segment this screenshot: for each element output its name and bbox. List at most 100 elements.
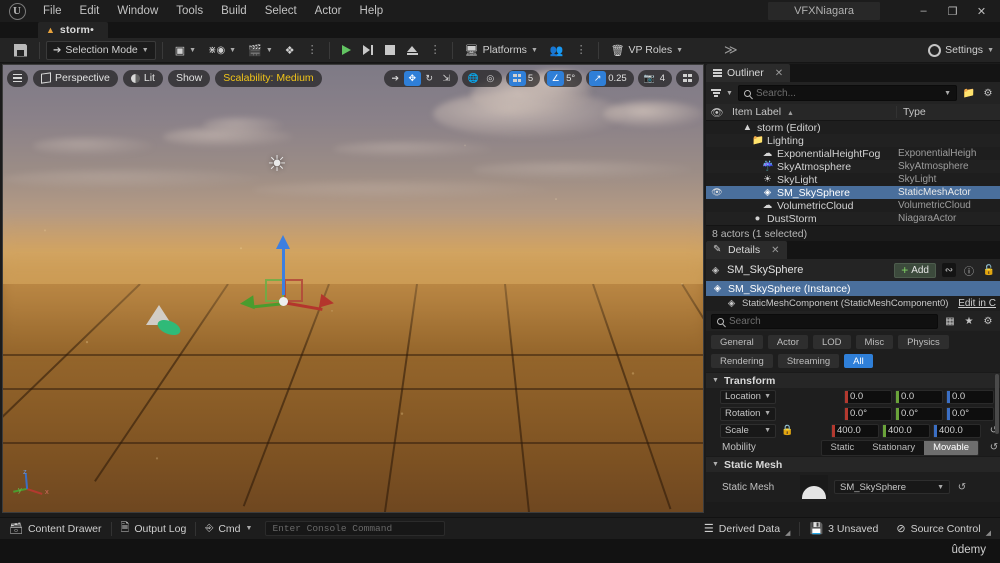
gizmo-axis-z[interactable]: [282, 245, 285, 295]
angle-snap-toggle[interactable]: ∠: [547, 70, 565, 86]
skip-button[interactable]: [357, 41, 379, 60]
new-folder-icon[interactable]: 📁: [962, 86, 976, 100]
column-item-label[interactable]: Item Label ▲: [728, 106, 896, 118]
outliner-row-storm[interactable]: ▲ storm (Editor): [706, 121, 1000, 134]
category-streaming[interactable]: Streaming: [777, 354, 840, 368]
favorite-star-icon[interactable]: ★: [962, 314, 976, 328]
camera-icon[interactable]: 📷: [641, 71, 658, 86]
component-graph-icon[interactable]: ∾: [942, 263, 956, 277]
console-command-input[interactable]: [272, 523, 439, 534]
stop-button[interactable]: [379, 41, 401, 60]
rotation-y-input[interactable]: 0.0°: [895, 406, 943, 421]
edit-in-cpp-link[interactable]: Edit in C: [958, 298, 1000, 309]
location-dropdown[interactable]: Location ▼: [720, 389, 776, 404]
console-command-box[interactable]: [265, 521, 446, 536]
help-icon[interactable]: ⓘ: [962, 263, 976, 278]
sequencer-button[interactable]: ❖: [279, 41, 301, 60]
scale-z-input[interactable]: 400.0: [933, 423, 981, 438]
vp-roles-button[interactable]: 🗑 VP Roles ▼: [605, 41, 690, 60]
location-y-input[interactable]: 0.0: [895, 389, 943, 404]
scale-x-input[interactable]: 400.0: [831, 423, 879, 438]
scale-y-input[interactable]: 400.0: [882, 423, 930, 438]
section-static-mesh[interactable]: ▼ Static Mesh: [706, 456, 1000, 472]
section-transform[interactable]: ▼ Transform: [706, 372, 1000, 388]
toolbar-expand-button[interactable]: ≫: [724, 41, 738, 59]
rotation-dropdown[interactable]: Rotation ▼: [720, 406, 776, 421]
menu-help[interactable]: Help: [351, 2, 393, 20]
visibility-toggle[interactable]: 👁: [706, 187, 728, 198]
grid-snap-toggle[interactable]: [508, 70, 526, 86]
tab-outliner[interactable]: Outliner ✕: [706, 64, 791, 82]
platforms-button[interactable]: 🖥 Platforms ▼: [459, 41, 544, 60]
component-row-staticmeshcomponent[interactable]: ◈ StaticMeshComponent (StaticMeshCompone…: [706, 296, 1000, 311]
blueprints-button[interactable]: ⋇◉ ▼: [202, 41, 242, 60]
static-mesh-asset-picker[interactable]: SM_SkySphere ▼: [834, 480, 950, 494]
lock-icon[interactable]: 🔓: [982, 263, 996, 277]
settings-button[interactable]: Settings ▼: [928, 43, 994, 57]
column-type[interactable]: Type: [896, 106, 1000, 118]
level-viewport[interactable]: ☀ x y z Perspective Lit Show Scalability…: [2, 64, 704, 513]
show-flags-button[interactable]: Show: [167, 69, 211, 87]
maximize-icon[interactable]: ❐: [938, 0, 967, 22]
gear-icon[interactable]: ⚙: [981, 314, 995, 328]
outliner-row-sm-skysphere[interactable]: 👁 ◈ SM_SkySphere StaticMeshActor: [706, 186, 1000, 199]
outliner-row-duststorm[interactable]: ● DustStorm NiagaraActor: [706, 212, 1000, 225]
filter-icon[interactable]: [711, 89, 721, 97]
scale-snap-toggle[interactable]: ↗: [589, 70, 607, 86]
menu-edit[interactable]: Edit: [71, 2, 109, 20]
outliner-row-skylight[interactable]: ☀ SkyLight SkyLight: [706, 173, 1000, 186]
menu-actor[interactable]: Actor: [306, 2, 351, 20]
translate-tool-button[interactable]: ✥: [403, 70, 421, 86]
unreal-logo-icon[interactable]: U: [0, 0, 34, 22]
surface-snap-button[interactable]: ◎: [482, 71, 499, 86]
tab-storm[interactable]: ▲ storm•: [38, 22, 108, 38]
static-mesh-thumbnail[interactable]: [800, 475, 828, 499]
outliner-row-lighting[interactable]: 📁 Lighting: [706, 134, 1000, 147]
transform-gizmo[interactable]: [239, 235, 336, 331]
minimize-icon[interactable]: –: [909, 0, 938, 22]
close-icon[interactable]: ✕: [775, 68, 783, 79]
outliner-search-box[interactable]: ▼: [737, 85, 957, 101]
play-options-button[interactable]: ⋮: [424, 41, 446, 60]
scale-dropdown[interactable]: Scale ▼: [720, 423, 776, 438]
derived-data-button[interactable]: ☰ Derived Data ◢: [695, 518, 800, 540]
world-space-button[interactable]: 🌐: [465, 71, 482, 86]
outliner-row-volumetriccloud[interactable]: ☁ VolumetricCloud VolumetricCloud: [706, 199, 1000, 212]
menu-select[interactable]: Select: [256, 2, 306, 20]
scalability-warning[interactable]: Scalability: Medium: [215, 69, 322, 87]
location-x-input[interactable]: 0.0: [844, 389, 892, 404]
mobility-movable[interactable]: Movable: [924, 440, 978, 455]
scale-tool-button[interactable]: ⇲: [438, 71, 455, 86]
reset-static-mesh-icon[interactable]: ↺: [956, 482, 968, 493]
selection-mode-button[interactable]: ➔ Selection Mode ▼: [46, 40, 156, 60]
outliner-search-input[interactable]: [755, 87, 940, 99]
rotate-tool-button[interactable]: ↻: [421, 71, 438, 86]
scale-snap-value[interactable]: 0.25: [606, 73, 631, 84]
category-misc[interactable]: Misc: [855, 335, 894, 349]
toolbar-overflow-button[interactable]: ⋮: [301, 41, 323, 60]
angle-snap-value[interactable]: 5°: [564, 73, 579, 84]
details-search-box[interactable]: [711, 313, 938, 329]
menu-build[interactable]: Build: [212, 2, 256, 20]
add-component-button[interactable]: + Add: [894, 262, 936, 278]
category-physics[interactable]: Physics: [898, 335, 949, 349]
source-control-button[interactable]: ⊘ Source Control ◢: [887, 518, 1000, 540]
viewport-layout-button[interactable]: [679, 71, 696, 86]
cinematics-button[interactable]: 🎬 ▼: [242, 41, 279, 60]
eject-button[interactable]: [401, 41, 424, 60]
outliner-row-exponentialheightfog[interactable]: ☁ ExponentialHeightFog ExponentialHeigh: [706, 147, 1000, 160]
lock-icon[interactable]: 🔒: [781, 425, 793, 436]
rotation-x-input[interactable]: 0.0°: [844, 406, 892, 421]
content-drawer-button[interactable]: 🗃 Content Drawer: [0, 518, 111, 540]
niagara-actor-gizmo[interactable]: [146, 305, 190, 341]
multi-user-button[interactable]: 👥: [544, 41, 570, 60]
mobility-stationary[interactable]: Stationary: [863, 441, 924, 455]
chevron-down-icon[interactable]: ▼: [944, 90, 951, 97]
tab-details[interactable]: ✎ Details ✕: [706, 241, 787, 259]
multi-user-options-button[interactable]: ⋮: [570, 41, 592, 60]
directional-light-gizmo[interactable]: ☀: [264, 151, 290, 177]
close-icon[interactable]: ✕: [967, 0, 996, 22]
category-lod[interactable]: LOD: [813, 335, 851, 349]
cmd-button[interactable]: ⎆ Cmd ▼: [196, 518, 261, 540]
grid-snap-value[interactable]: 5: [526, 73, 537, 84]
